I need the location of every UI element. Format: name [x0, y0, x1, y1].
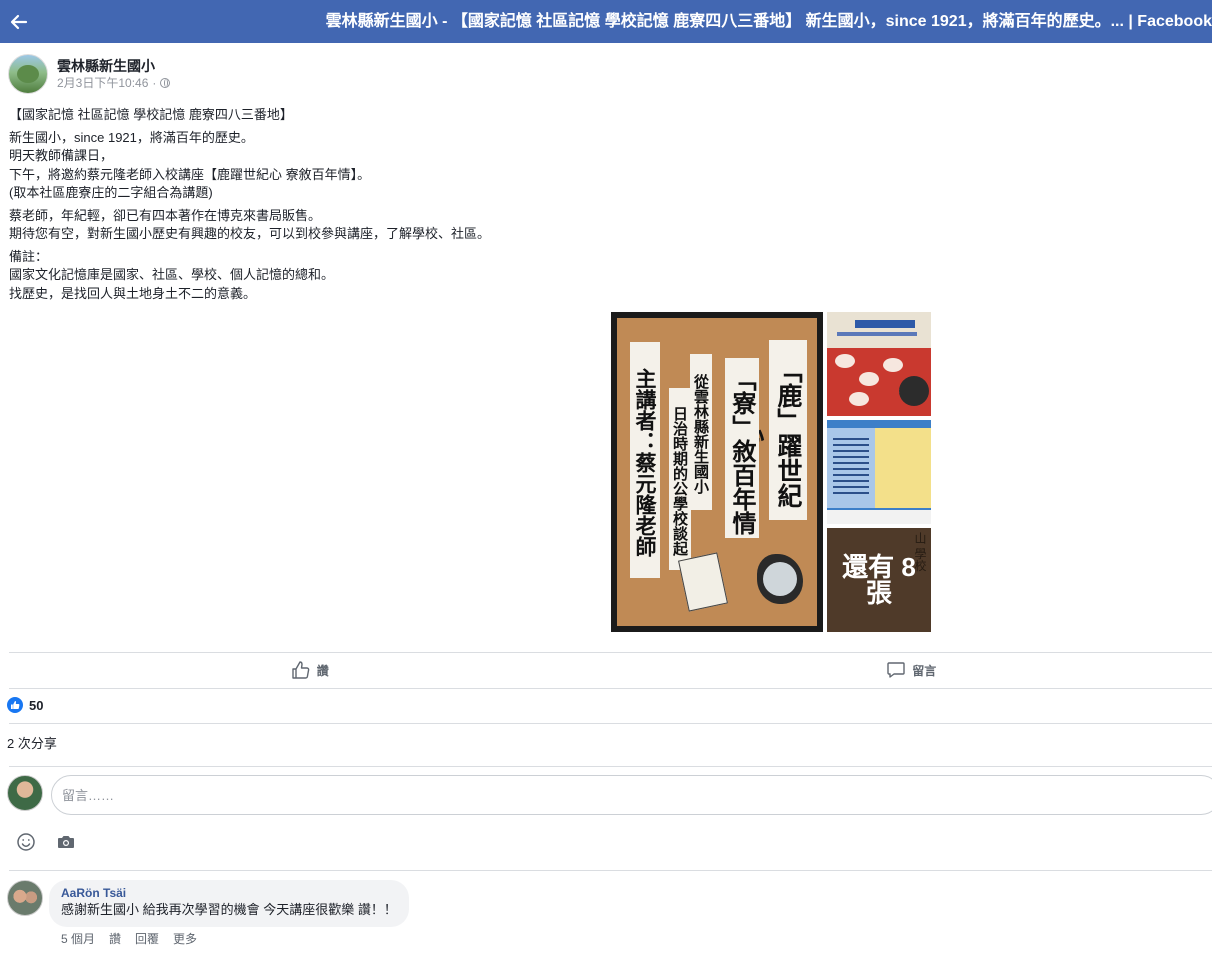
book-cover-footer	[827, 510, 931, 524]
divider-shares	[9, 766, 1212, 767]
globe-icon	[160, 78, 171, 88]
post-text: 【國家記憶 社區記憶 學校記憶 鹿寮四八三番地】 新生國小，since 1921…	[9, 106, 1189, 307]
comment-time[interactable]: 5 個月	[61, 930, 95, 947]
comment-more-link[interactable]: 更多	[173, 930, 197, 947]
page-title: 雲林縣新生國小 - 【國家記憶 社區記憶 學校記憶 鹿寮四八三番地】 新生國小，…	[325, 13, 1212, 30]
thumbs-up-icon	[292, 661, 310, 679]
comment-actions: 5 個月 讚 回覆 更多	[61, 930, 197, 947]
post-paragraph-2: 新生國小，since 1921，將滿百年的歷史。 明天教師備課日， 下午，將邀約…	[9, 129, 371, 201]
comment-text: 感謝新生國小 給我再次學習的機會 今天講座很歡樂 讚！！	[61, 902, 397, 917]
poster-subtitle-line-1: 從雲林縣新生國小	[690, 354, 712, 510]
book-cover-panel	[827, 428, 931, 508]
commenter-avatar[interactable]	[7, 880, 43, 916]
page-name-link[interactable]: 雲林縣新生國小	[57, 57, 170, 75]
camera-icon[interactable]	[56, 832, 76, 852]
poster-torn-hole-graphic	[757, 554, 803, 604]
photo-grid: 「鹿」躍世紀心 「寮」敘百年情 從雲林縣新生國小 日治時期的公學校談起 主講者：…	[611, 312, 931, 632]
post-paragraph-3: 蔡老師，年紀輕，卻已有四本著作在博克來書局販售。 期待您有空，對新生國小歷史有興…	[9, 207, 491, 242]
comment-reply-link[interactable]: 回覆	[135, 930, 159, 947]
photo-main-poster[interactable]: 「鹿」躍世紀心 「寮」敘百年情 從雲林縣新生國小 日治時期的公學校談起 主講者：…	[611, 312, 823, 632]
post-action-bar: 讚 留言	[9, 653, 1212, 687]
comment-input[interactable]	[51, 775, 1212, 815]
page-avatar[interactable]	[8, 54, 48, 94]
post-header: 雲林縣新生國小 2月3日下午10:46 ·	[8, 54, 171, 94]
comment-item: AaRön Tsäi 感謝新生國小 給我再次學習的機會 今天講座很歡樂 讚！！	[7, 880, 409, 927]
like-reaction-icon	[7, 697, 23, 713]
poster-subtitle-line-2: 日治時期的公學校談起	[669, 388, 691, 570]
back-arrow-icon	[10, 14, 28, 29]
photo-thumb-3-more[interactable]: 山 學校 還有 8 張	[827, 528, 931, 632]
comment-author-link[interactable]: AaRön Tsäi	[61, 886, 397, 900]
post-paragraph-1: 【國家記憶 社區記憶 學校記憶 鹿寮四八三番地】	[9, 107, 293, 122]
post-paragraph-4: 備註： 國家文化記憶庫是國家、社區、學校、個人記憶的總和。 找歷史，是找回人與土…	[9, 248, 335, 301]
poster-image: 「鹿」躍世紀心 「寮」敘百年情 從雲林縣新生國小 日治時期的公學校談起 主講者：…	[617, 318, 817, 626]
comment-bubble: AaRön Tsäi 感謝新生國小 給我再次學習的機會 今天講座很歡樂 讚！！	[49, 880, 409, 927]
poster-title-line-2: 「寮」敘百年情	[725, 358, 759, 538]
divider-reactions	[9, 723, 1212, 724]
book-cover-subtitle-bar	[837, 332, 917, 336]
comment-button-label: 留言	[912, 663, 937, 678]
more-photos-count[interactable]: 還有 8 張	[827, 528, 931, 632]
reaction-count: 50	[29, 697, 44, 713]
divider-comments	[9, 870, 1212, 871]
divider-actions	[9, 688, 1212, 689]
photo-thumb-2[interactable]	[827, 420, 931, 524]
post-timestamp[interactable]: 2月3日下午10:46 ·	[57, 75, 171, 91]
comment-bubble-icon	[887, 662, 905, 678]
reactions-summary[interactable]: 50	[7, 697, 43, 713]
emoji-icon[interactable]	[16, 832, 36, 852]
top-bar: 雲林縣新生國小 - 【國家記憶 社區記憶 學校記憶 鹿寮四八三番地】 新生國小，…	[0, 0, 1212, 43]
poster-ticket-graphic	[678, 552, 728, 612]
book-cover-disc	[899, 376, 929, 406]
photo-thumb-1[interactable]	[827, 312, 931, 416]
post-meta: 雲林縣新生國小 2月3日下午10:46 ·	[57, 57, 171, 91]
poster-title-line-1: 「鹿」躍世紀心	[736, 340, 807, 520]
like-button-label: 讚	[316, 663, 329, 678]
like-button[interactable]: 讚	[9, 653, 611, 687]
poster-speaker: 主講者：蔡元隆老師	[630, 342, 660, 578]
comment-composer	[7, 775, 43, 811]
back-button[interactable]	[0, 0, 38, 43]
book-cover-title-bar	[855, 320, 915, 328]
share-count[interactable]: 2 次分享	[7, 733, 57, 752]
post-time-text[interactable]: 2月3日下午10:46	[57, 75, 148, 91]
comment-like-link[interactable]: 讚	[109, 930, 121, 947]
current-user-avatar	[7, 775, 43, 811]
comment-button[interactable]: 留言	[611, 653, 1212, 687]
composer-tools	[16, 832, 76, 852]
